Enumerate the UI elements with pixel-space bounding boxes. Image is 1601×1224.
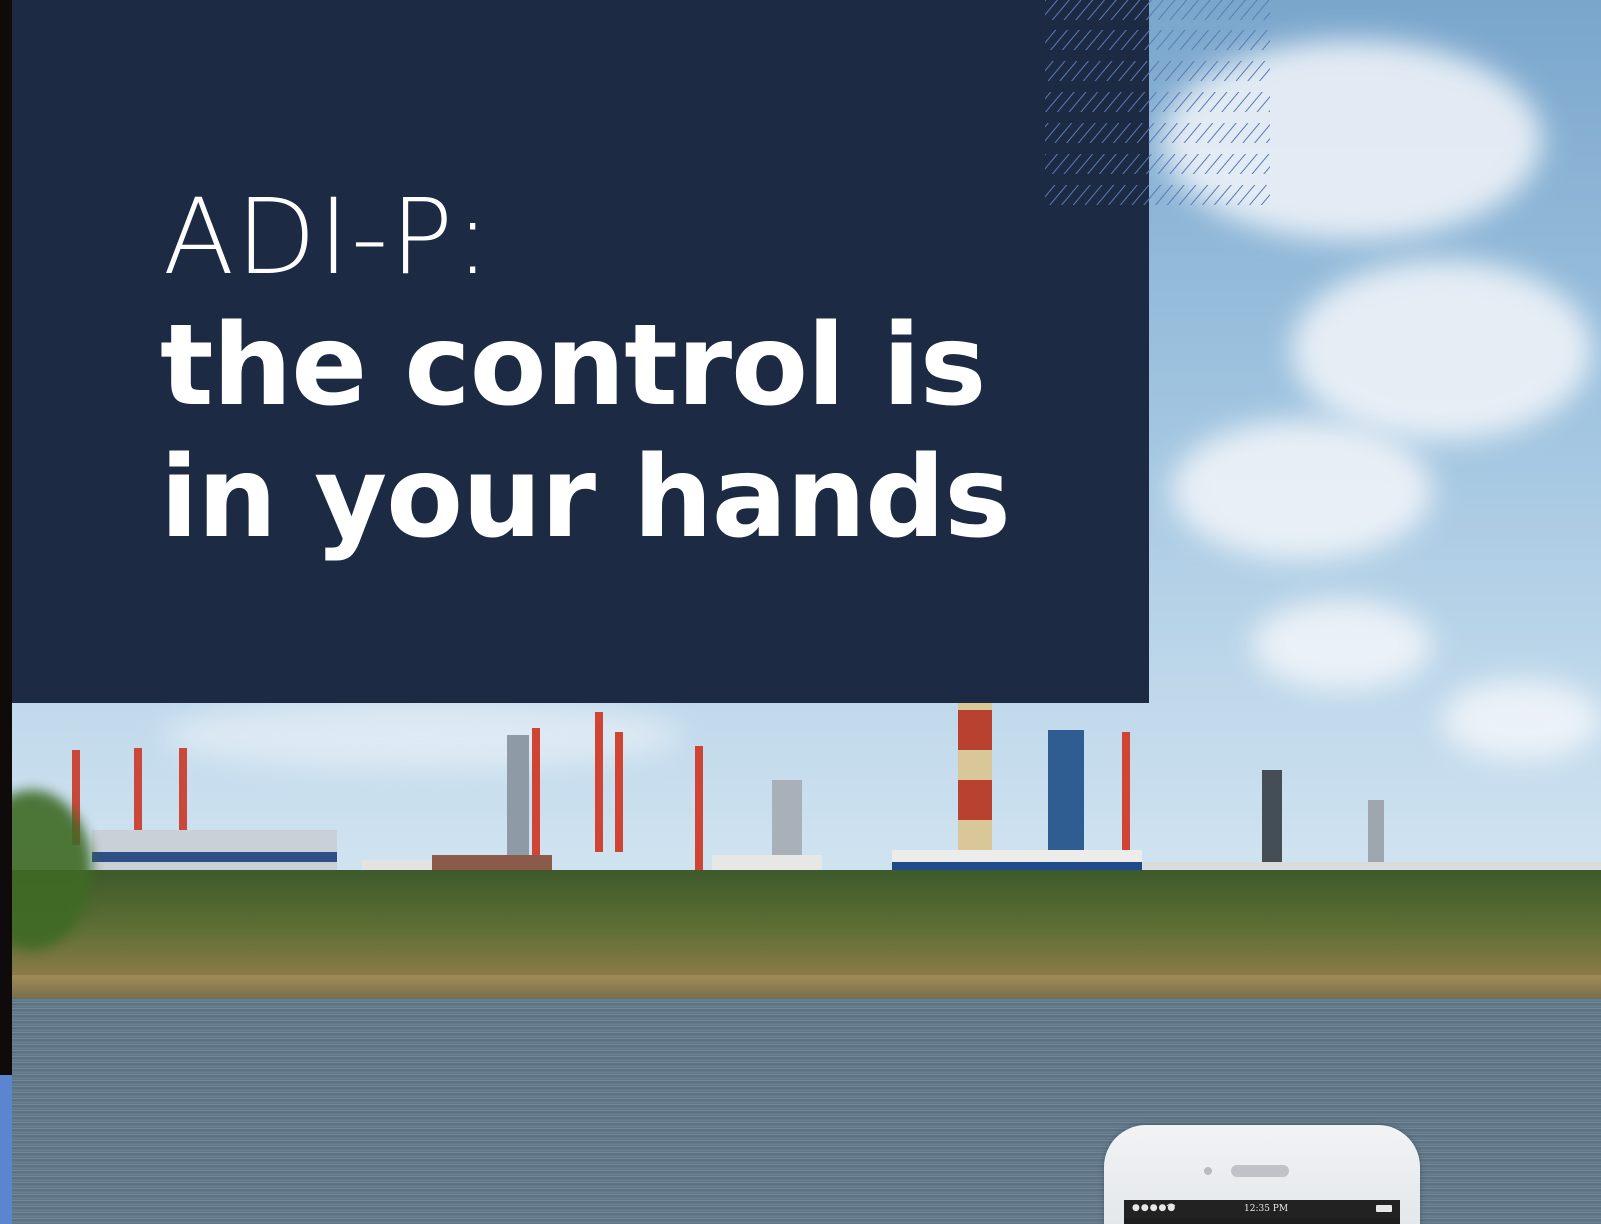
speaker-grille	[1231, 1165, 1289, 1177]
title-product-name: ADI-P:	[163, 176, 493, 298]
title-tagline: the control is in your hands	[160, 301, 1011, 563]
stack	[695, 746, 703, 871]
battery-icon	[1376, 1205, 1392, 1212]
camera-icon	[1204, 1167, 1212, 1175]
stack	[595, 712, 603, 852]
hero-banner: ADI-P: the control is in your hands ●●●●…	[0, 0, 1601, 1224]
chimney-band	[958, 750, 992, 780]
smartphone-mockup: ●●●●● 12:35 PM	[1104, 1125, 1420, 1224]
hatch-pattern	[1045, 0, 1270, 205]
chimney-band	[958, 820, 992, 850]
tower	[1048, 730, 1084, 860]
left-edge-blue-strip	[0, 1075, 12, 1224]
cloud	[1292, 260, 1592, 440]
building-stripe	[92, 852, 337, 862]
phone-screen: ●●●●● 12:35 PM	[1124, 1200, 1400, 1224]
tower	[1368, 800, 1384, 870]
stack	[532, 728, 540, 858]
wifi-icon	[1166, 1202, 1176, 1215]
tower	[1262, 770, 1282, 870]
tower	[507, 735, 529, 865]
stack	[615, 732, 623, 852]
status-bar: ●●●●● 12:35 PM	[1124, 1200, 1400, 1218]
stack	[134, 748, 142, 843]
left-edge-dark-strip	[0, 0, 12, 1075]
stack	[179, 748, 187, 843]
stack	[1122, 732, 1130, 857]
status-time: 12:35 PM	[1244, 1204, 1289, 1214]
